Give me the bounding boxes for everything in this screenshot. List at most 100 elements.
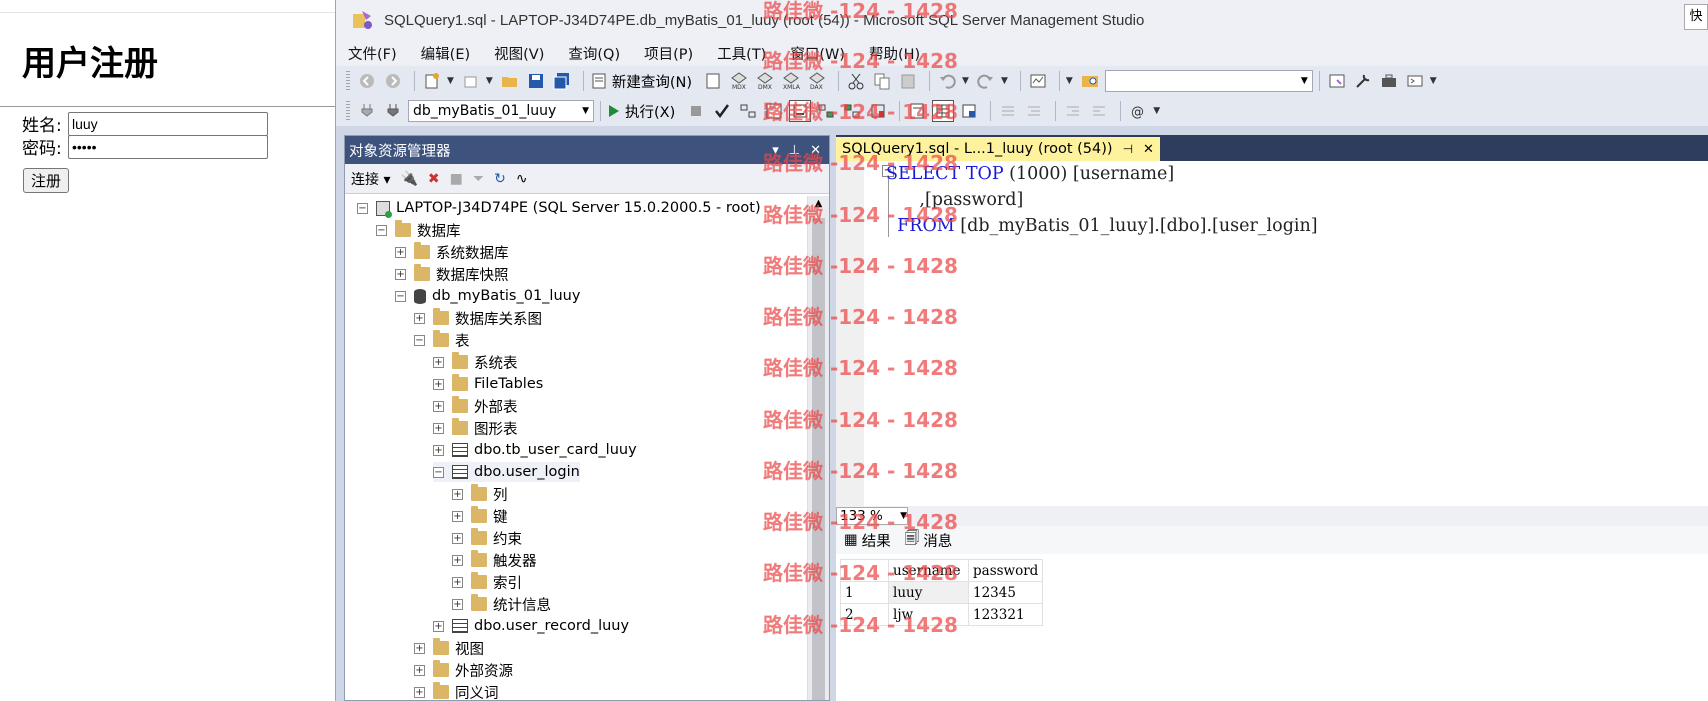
- cell-username[interactable]: luuy: [888, 581, 969, 604]
- tree-node[interactable]: − 表: [414, 330, 470, 350]
- chevron-down-icon[interactable]: ▼: [962, 76, 969, 86]
- undo-icon[interactable]: [936, 70, 958, 92]
- tree-node[interactable]: + 列: [452, 484, 508, 504]
- tab-results[interactable]: ▦ 结果: [844, 530, 891, 551]
- save-all-icon[interactable]: [551, 70, 573, 92]
- tree-node[interactable]: + 系统数据库: [395, 242, 509, 262]
- column-header-username[interactable]: username: [888, 559, 969, 582]
- expand-icon[interactable]: +: [414, 686, 425, 698]
- expand-icon[interactable]: +: [433, 378, 444, 390]
- open-folder-icon[interactable]: [499, 70, 521, 92]
- toolbox-icon[interactable]: [1378, 70, 1400, 92]
- tree-node[interactable]: + 数据库关系图: [414, 308, 542, 328]
- xmla-query-icon[interactable]: XMLA: [780, 70, 802, 92]
- copy-icon[interactable]: [871, 70, 893, 92]
- chevron-down-icon[interactable]: ▼: [447, 76, 454, 86]
- chevron-down-icon[interactable]: ▼: [1066, 76, 1073, 86]
- quick-launch[interactable]: 快: [1684, 4, 1708, 30]
- uncomment-icon[interactable]: [1023, 100, 1045, 122]
- scroll-up-icon[interactable]: ▲: [808, 198, 829, 209]
- specify-values-icon[interactable]: @: [1127, 100, 1149, 122]
- tree-node[interactable]: + dbo.user_record_luuy: [433, 616, 629, 636]
- tab-sqlquery1[interactable]: SQLQuery1.sql - L...1_luuy (root (54)) ⊣…: [836, 137, 1160, 161]
- new-project-icon[interactable]: [421, 70, 443, 92]
- tree-node[interactable]: + 系统表: [433, 352, 518, 372]
- tree-node[interactable]: + dbo.tb_user_card_luuy: [433, 440, 637, 460]
- solution-explorer-icon[interactable]: [1326, 70, 1348, 92]
- name-input[interactable]: [68, 111, 268, 136]
- tree-node[interactable]: + 约束: [452, 528, 522, 548]
- results-to-file-icon[interactable]: [789, 100, 812, 122]
- dmx-query-icon[interactable]: DMX: [754, 70, 776, 92]
- menu-edit[interactable]: 编辑(E): [421, 43, 470, 64]
- row-number[interactable]: 2: [840, 603, 889, 626]
- increase-indent-icon[interactable]: [1088, 100, 1110, 122]
- menu-help[interactable]: 帮助(H): [869, 43, 920, 64]
- include-plan-icon[interactable]: [815, 100, 837, 122]
- properties-icon[interactable]: [1352, 70, 1374, 92]
- expand-icon[interactable]: +: [452, 510, 463, 522]
- cut-icon[interactable]: [845, 70, 867, 92]
- client-stats-icon[interactable]: [867, 100, 889, 122]
- menu-query[interactable]: 查询(Q): [568, 43, 620, 64]
- query-designer-icon[interactable]: [763, 100, 785, 122]
- output-window-icon[interactable]: [1404, 70, 1426, 92]
- results-to-grid-icon[interactable]: [932, 100, 955, 122]
- chevron-down-icon[interactable]: ▼: [1001, 76, 1008, 86]
- tree-node[interactable]: + FileTables: [433, 374, 543, 394]
- expand-icon[interactable]: +: [414, 642, 425, 654]
- results-to-file-save-icon[interactable]: [958, 100, 980, 122]
- save-icon[interactable]: [525, 70, 547, 92]
- expand-icon[interactable]: +: [452, 532, 463, 544]
- find-combo[interactable]: ▼: [1104, 70, 1313, 92]
- menu-tools[interactable]: 工具(T): [717, 43, 766, 64]
- execute-button[interactable]: 执行(X): [607, 101, 675, 122]
- menu-project[interactable]: 项目(P): [644, 43, 693, 64]
- forward-icon[interactable]: [382, 70, 404, 92]
- tree-node[interactable]: + 视图: [414, 638, 484, 658]
- activity-monitor-icon[interactable]: ∿: [516, 171, 528, 187]
- query-editor[interactable]: − SELECT TOP (1000) [username] ,[passwor…: [836, 161, 1708, 506]
- collapse-icon[interactable]: −: [433, 466, 444, 478]
- tree-node[interactable]: + 统计信息: [452, 594, 551, 614]
- activity-monitor-icon[interactable]: [1027, 70, 1049, 92]
- disconnect-icon[interactable]: ✖: [428, 171, 440, 187]
- tab-messages[interactable]: 🗐 消息: [905, 528, 953, 553]
- parse-checkmark-icon[interactable]: [711, 100, 733, 122]
- menu-view[interactable]: 视图(V): [494, 43, 544, 64]
- tree-node[interactable]: − dbo.user_login: [433, 462, 580, 482]
- menu-window[interactable]: 窗口(W): [790, 43, 845, 64]
- tree-node[interactable]: + 索引: [452, 572, 522, 592]
- collapse-icon[interactable]: −: [414, 334, 425, 346]
- back-icon[interactable]: [356, 70, 378, 92]
- expand-icon[interactable]: +: [452, 598, 463, 610]
- live-stats-icon[interactable]: [841, 100, 863, 122]
- tree-node[interactable]: + 触发器: [452, 550, 537, 570]
- connect-dropdown[interactable]: 连接 ▾: [351, 169, 390, 189]
- expand-icon[interactable]: +: [452, 488, 463, 500]
- tree-node[interactable]: − LAPTOP-J34D74PE (SQL Server 15.0.2000.5…: [357, 198, 761, 218]
- close-tab-icon[interactable]: ✕: [1143, 142, 1154, 157]
- sql-code[interactable]: SELECT TOP (1000) [username] ,[password]…: [886, 161, 1318, 239]
- connect-icon[interactable]: [356, 100, 378, 122]
- new-query-button[interactable]: 新建查询(N): [590, 71, 692, 92]
- expand-icon[interactable]: +: [433, 400, 444, 412]
- expand-icon[interactable]: +: [395, 246, 406, 258]
- find-icon[interactable]: [1079, 70, 1101, 92]
- tree-node[interactable]: + 同义词: [414, 682, 499, 700]
- stop-icon[interactable]: ■: [450, 171, 463, 187]
- paste-icon[interactable]: [897, 70, 919, 92]
- toolbar-grip[interactable]: [346, 101, 350, 121]
- expand-icon[interactable]: +: [433, 444, 444, 456]
- tree-node[interactable]: − 数据库: [376, 220, 461, 240]
- row-number[interactable]: 1: [840, 581, 889, 604]
- menu-file[interactable]: 文件(F): [348, 43, 397, 64]
- tree-scrollbar[interactable]: ▲: [807, 196, 829, 700]
- available-databases-select[interactable]: db_myBatis_01_luuy ▼: [408, 100, 594, 122]
- collapse-icon[interactable]: −: [357, 202, 368, 214]
- collapse-icon[interactable]: −: [395, 290, 406, 302]
- pin-icon[interactable]: ⊥: [789, 143, 800, 158]
- password-input[interactable]: [68, 134, 268, 159]
- connect-plug-icon[interactable]: 🔌: [400, 171, 417, 187]
- estimated-plan-icon[interactable]: [737, 100, 759, 122]
